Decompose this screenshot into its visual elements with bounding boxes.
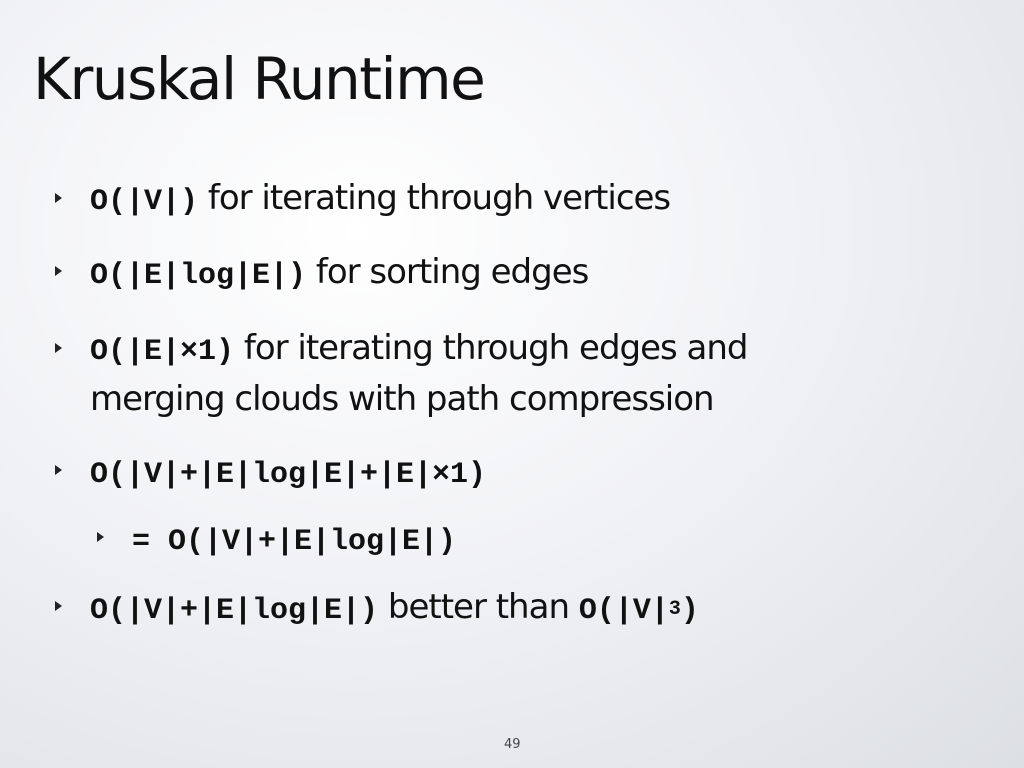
bullet-marker (55, 601, 62, 611)
bullet-line-3-continued: merging clouds with path compression (90, 379, 715, 419)
complexity-expression: O(|E|log|E|) (90, 259, 307, 293)
bullet-marker (55, 343, 62, 353)
bullet-text: for iterating through vertices (207, 178, 671, 218)
bullet-marker (55, 266, 62, 276)
slide-title: Kruskal Runtime (33, 45, 486, 113)
bullet-text: for sorting edges (315, 252, 589, 292)
bullet-line-6: O(|V|+|E|log|E|) better than O(|V|3) (90, 590, 699, 626)
complexity-expression: O(|V|+|E|log|E|) (90, 594, 379, 628)
sub-bullet-marker (97, 532, 104, 542)
complexity-expression-cubic: O(|V|3) (579, 594, 699, 628)
bullet-line-2: O(|E|log|E|) for sorting edges (90, 252, 589, 293)
complexity-expression: = O(|V|+|E|log|E|) (132, 525, 457, 559)
bullet-marker (55, 193, 62, 203)
bullet-line-4: O(|V|+|E|log|E|+|E|×1) (90, 454, 486, 490)
cubic-close: ) (680, 594, 699, 628)
sub-bullet-line: = O(|V|+|E|log|E|) (132, 521, 456, 557)
complexity-expression: O(|V|) (90, 185, 199, 219)
bullet-marker (55, 465, 62, 475)
bullet-text: better than (387, 587, 570, 627)
bullet-line-3: O(|E|×1) for iterating through edges and (90, 328, 749, 369)
bullet-line-1: O(|V|) for iterating through vertices (90, 178, 671, 219)
complexity-expression: O(|E|×1) (90, 335, 235, 369)
page-number: 49 (504, 737, 521, 752)
complexity-expression: O(|V|+|E|log|E|+|E|×1) (90, 458, 487, 492)
bullet-text: for iterating through edges and (243, 328, 749, 368)
exponent: 3 (668, 598, 681, 621)
cubic-base: O(|V| (578, 594, 669, 628)
